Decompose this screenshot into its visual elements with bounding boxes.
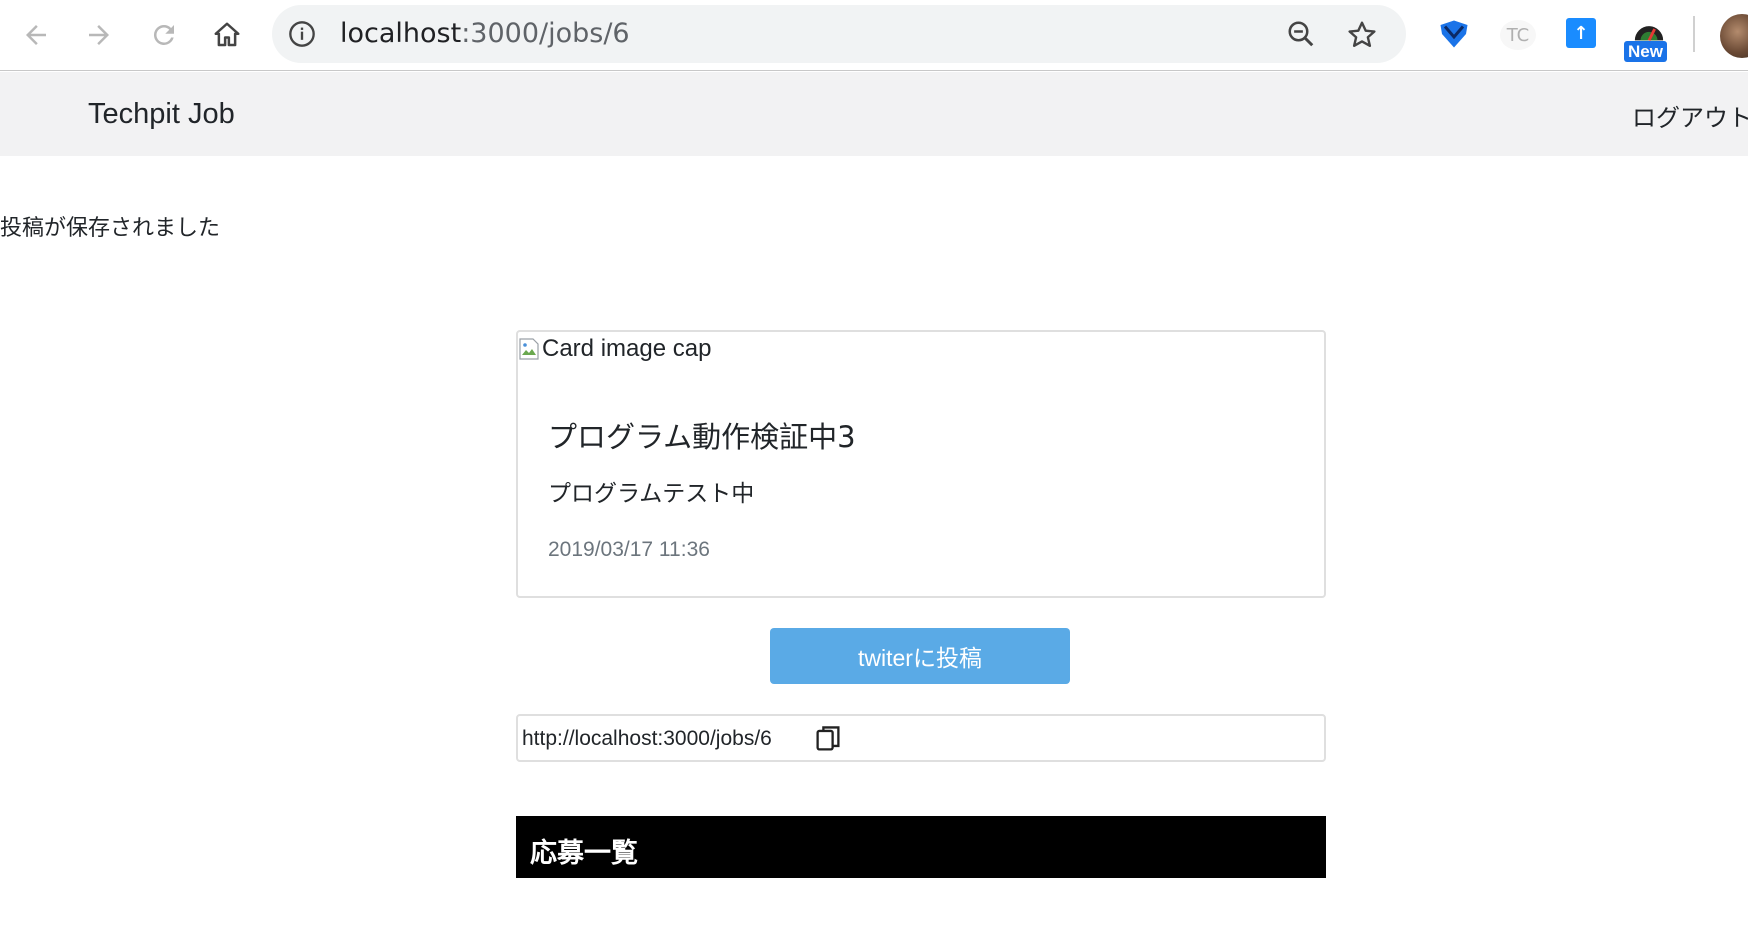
- url-path: :3000/jobs/6: [461, 18, 630, 49]
- share-url-box: http://localhost:3000/jobs/6: [516, 714, 1326, 762]
- reload-icon: [153, 24, 174, 45]
- job-date: 2019/03/17 11:36: [548, 538, 710, 561]
- extension-gauge-icon: [1634, 26, 1664, 41]
- applicants-header: 応募一覧: [516, 816, 1326, 878]
- flash-message: 投稿が保存されました: [0, 216, 221, 241]
- brand-link[interactable]: Techpit Job: [88, 98, 235, 131]
- applicants-title: 応募一覧: [530, 838, 638, 869]
- info-icon[interactable]: [288, 20, 316, 48]
- forward-button[interactable]: [78, 14, 120, 56]
- url-host: localhost: [340, 18, 462, 49]
- share-url-text[interactable]: http://localhost:3000/jobs/6: [522, 727, 772, 751]
- bookmark-star-icon[interactable]: [1346, 19, 1378, 51]
- job-card: Card image cap プログラム動作検証中3 プログラムテスト中 201…: [516, 330, 1326, 598]
- arrow-right-icon: [89, 25, 109, 45]
- card-image-alt: Card image cap: [542, 335, 712, 362]
- home-button[interactable]: [206, 14, 248, 56]
- new-badge: New: [1624, 41, 1667, 62]
- extension-new-icon[interactable]: New: [1620, 14, 1678, 64]
- browser-toolbar: localhost:3000/jobs/6 TC ↑ New: [0, 0, 1748, 71]
- job-description: プログラムテスト中: [548, 481, 755, 507]
- card-image: Card image cap: [518, 332, 711, 366]
- address-url[interactable]: localhost:3000/jobs/6: [340, 19, 630, 49]
- arrow-left-icon: [26, 25, 46, 45]
- back-button[interactable]: [15, 14, 57, 56]
- toolbar-divider: [1693, 16, 1695, 52]
- home-icon: [214, 22, 240, 47]
- site-navbar: Techpit Job ログアウト: [0, 72, 1748, 156]
- logout-link[interactable]: ログアウト: [1632, 98, 1748, 133]
- extension-upload-icon[interactable]: ↑: [1566, 18, 1596, 48]
- reload-button[interactable]: [143, 14, 185, 56]
- extension-tc-icon[interactable]: TC: [1500, 20, 1536, 50]
- broken-image-icon: [519, 338, 539, 360]
- copy-icon[interactable]: [814, 724, 842, 754]
- address-bar[interactable]: localhost:3000/jobs/6: [272, 5, 1406, 63]
- tweet-button[interactable]: twiterに投稿: [770, 628, 1070, 684]
- profile-avatar[interactable]: [1720, 14, 1748, 58]
- job-title: プログラム動作検証中3: [548, 420, 856, 454]
- zoom-out-icon[interactable]: [1286, 19, 1316, 49]
- extension-shield-icon[interactable]: [1436, 14, 1472, 54]
